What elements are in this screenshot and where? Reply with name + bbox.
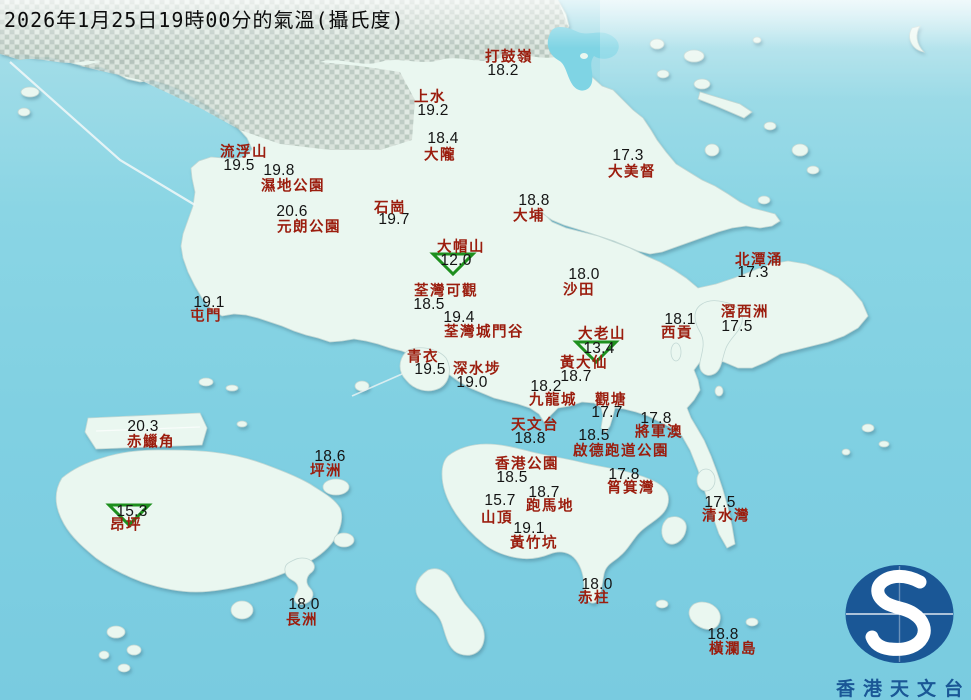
- station-name: 西貢: [661, 325, 693, 342]
- station-name: 長洲: [286, 612, 318, 629]
- station-name: 大美督: [608, 164, 656, 181]
- station-name: 大帽山: [437, 239, 485, 256]
- weather-map-screen: 2026年1月25日19時00分的氣溫(攝氏度) 18.2 打鼓嶺 19.2 上水 18…: [0, 0, 971, 700]
- station-name: 將軍澳: [635, 424, 683, 441]
- station-name: 荃灣城門谷: [444, 324, 524, 341]
- station-name: 筲箕灣: [607, 480, 655, 497]
- station-name: 屯門: [190, 308, 222, 325]
- station-name: 上水: [414, 89, 446, 106]
- station-name: 觀塘: [595, 392, 627, 409]
- station-name: 黃竹坑: [510, 535, 558, 552]
- station-name: 黃大仙: [560, 355, 608, 372]
- hko-logo: 香港天文台 HONG KONG OBSERVATORY: [828, 556, 971, 700]
- station-name: 坪洲: [310, 463, 342, 480]
- hko-logo-icon: [845, 565, 954, 663]
- station-name: 大隴: [424, 147, 456, 164]
- station-name: 九龍城: [529, 392, 577, 409]
- station-name: 滘西洲: [721, 304, 769, 321]
- station-name: 北潭涌: [735, 252, 783, 269]
- station-name: 山頂: [481, 510, 513, 527]
- station-name: 元朗公園: [277, 219, 341, 236]
- station-name: 香港公園: [495, 456, 559, 473]
- station-name: 流浮山: [220, 144, 268, 161]
- hko-logo-chinese: 香港天文台: [836, 679, 971, 700]
- station-name: 荃灣可觀: [414, 283, 478, 300]
- station-name: 昂坪: [110, 517, 142, 534]
- station-name: 沙田: [563, 282, 595, 299]
- station-name: 跑馬地: [526, 498, 574, 515]
- station-name: 大埔: [513, 208, 545, 225]
- station-name: 啟德跑道公園: [573, 443, 669, 460]
- station-name: 赤鱲角: [127, 434, 175, 451]
- station-name: 天文台: [511, 417, 559, 434]
- map-title: 2026年1月25日19時00分的氣溫(攝氏度): [4, 8, 405, 32]
- station-labels-layer: 18.2 打鼓嶺 19.2 上水 18.4 大隴 19.5 流浮山 19.8 濕地公園 20.6 元朗…: [0, 0, 971, 700]
- station-name: 石崗: [374, 200, 406, 217]
- station-name: 青衣: [407, 349, 439, 366]
- station-name: 橫瀾島: [709, 641, 757, 658]
- station-name: 赤柱: [578, 590, 610, 607]
- station-name: 大老山: [578, 326, 626, 343]
- station-name: 清水灣: [702, 508, 750, 525]
- station-name: 打鼓嶺: [485, 49, 533, 66]
- station-name: 濕地公園: [261, 178, 325, 195]
- station-name: 深水埗: [453, 361, 501, 378]
